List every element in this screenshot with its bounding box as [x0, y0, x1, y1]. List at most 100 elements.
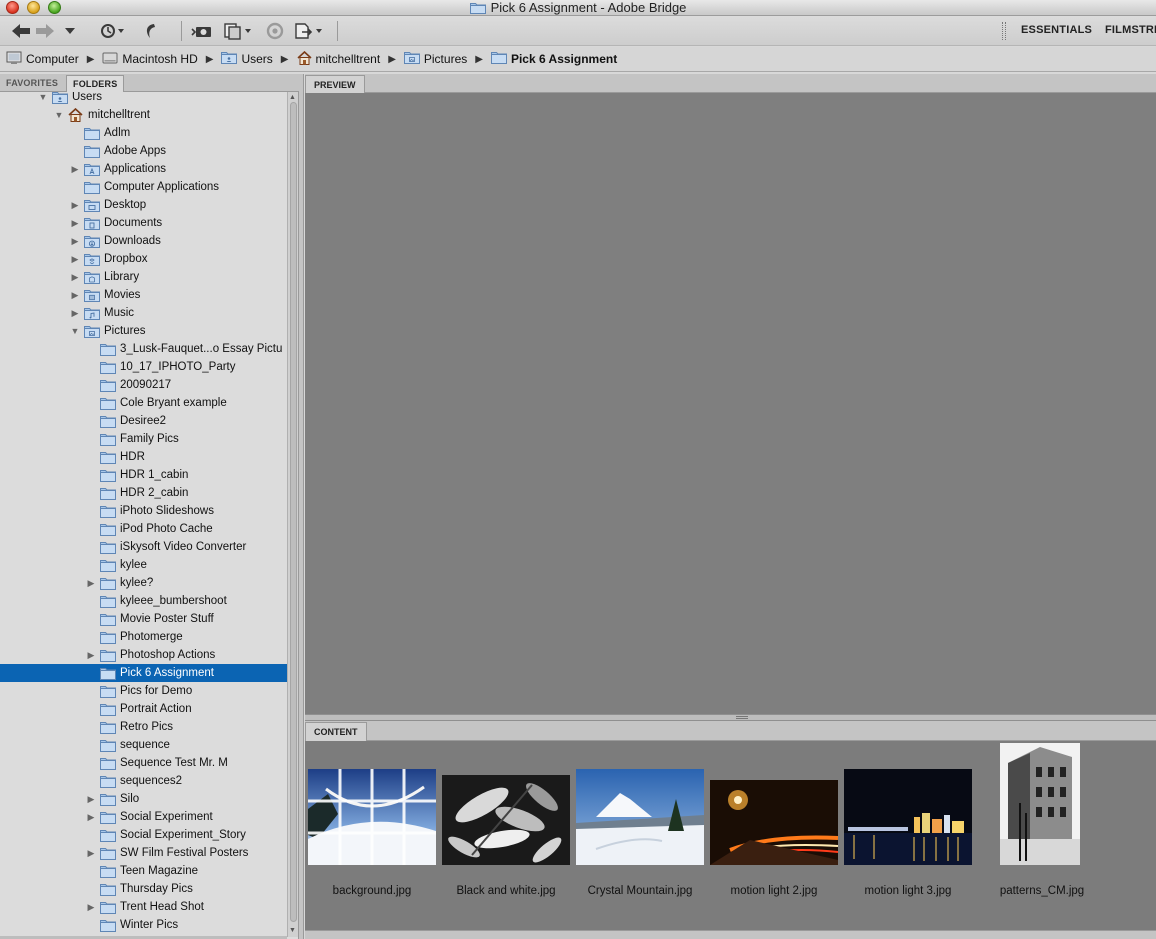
disclosure-closed-icon[interactable]: ▶	[70, 214, 80, 232]
tab-folders[interactable]: FOLDERS	[66, 75, 125, 92]
thumbnail-item[interactable]: motion light 2.jpg	[707, 741, 841, 930]
scroll-up-icon[interactable]: ▲	[289, 94, 296, 101]
tree-row[interactable]: sequence	[0, 736, 287, 754]
disclosure-closed-icon[interactable]: ▶	[86, 646, 96, 664]
tree-row[interactable]: ▶ Photoshop Actions	[0, 646, 287, 664]
tree-row[interactable]: Family Pics	[0, 430, 287, 448]
workspace-filmstrip[interactable]: FILMSTRI	[1105, 24, 1156, 36]
tree-row[interactable]: ▶ Movies	[0, 286, 287, 304]
preview-content-splitter[interactable]	[305, 714, 1156, 721]
disclosure-closed-icon[interactable]: ▶	[70, 286, 80, 304]
tree-row[interactable]: kyleee_bumbershoot	[0, 592, 287, 610]
workspace-essentials[interactable]: ESSENTIALS	[1021, 24, 1092, 36]
disclosure-closed-icon[interactable]: ▶	[70, 196, 80, 214]
scrollbar-thumb[interactable]	[290, 102, 297, 922]
disclosure-closed-icon[interactable]: ▶	[86, 574, 96, 592]
breadcrumb-chevron-icon[interactable]: ▶	[206, 54, 214, 65]
recent-items-button[interactable]	[96, 20, 128, 42]
tree-row[interactable]: ▶ Desktop	[0, 196, 287, 214]
tree-row[interactable]: Teen Magazine	[0, 862, 287, 880]
tree-row[interactable]: ▶ Downloads	[0, 232, 287, 250]
tree-row[interactable]: Photomerge	[0, 628, 287, 646]
thumbnail-item[interactable]: motion light 3.jpg	[841, 741, 975, 930]
disclosure-closed-icon[interactable]: ▶	[70, 250, 80, 268]
refine-button[interactable]	[222, 20, 256, 42]
get-photos-from-camera-button[interactable]	[190, 20, 214, 42]
breadcrumb-chevron-icon[interactable]: ▶	[475, 54, 483, 65]
tab-content[interactable]: CONTENT	[305, 722, 367, 741]
tree-row[interactable]: HDR 2_cabin	[0, 484, 287, 502]
tree-row[interactable]: 20090217	[0, 376, 287, 394]
thumbnail-image[interactable]	[710, 780, 838, 865]
breadcrumb-chevron-icon[interactable]: ▶	[281, 54, 289, 65]
disclosure-closed-icon[interactable]: ▶	[86, 808, 96, 826]
breadcrumb-chevron-icon[interactable]: ▶	[388, 54, 396, 65]
thumbnail-item[interactable]: patterns_CM.jpg	[975, 741, 1109, 930]
thumbnail-item[interactable]: background.jpg	[305, 741, 439, 930]
breadcrumb-item[interactable]: Computer	[6, 51, 79, 68]
scroll-down-icon[interactable]: ▼	[289, 927, 296, 934]
tree-row[interactable]: ▶ Documents	[0, 214, 287, 232]
tree-row[interactable]: ▶ Library	[0, 268, 287, 286]
panel-splitter[interactable]	[299, 74, 304, 939]
tree-row[interactable]: ▶ kylee?	[0, 574, 287, 592]
tree-row[interactable]: HDR	[0, 448, 287, 466]
tree-row[interactable]: ▼ Users	[0, 92, 287, 106]
thumbnail-image[interactable]	[308, 769, 436, 865]
disclosure-closed-icon[interactable]: ▶	[86, 844, 96, 862]
tree-row[interactable]: sequences2	[0, 772, 287, 790]
tree-row[interactable]: ▼ Pictures	[0, 322, 287, 340]
output-button[interactable]	[292, 20, 326, 42]
disclosure-closed-icon[interactable]: ▶	[70, 304, 80, 322]
tree-row[interactable]: ▶ Trent Head Shot	[0, 898, 287, 916]
breadcrumb-chevron-icon[interactable]: ▶	[87, 54, 95, 65]
tree-row[interactable]: Cole Bryant example	[0, 394, 287, 412]
return-to-photoshop-button[interactable]	[140, 20, 160, 42]
tree-row[interactable]: ▶ Silo	[0, 790, 287, 808]
disclosure-closed-icon[interactable]: ▶	[70, 160, 80, 178]
tree-row[interactable]: ▶ Dropbox	[0, 250, 287, 268]
tree-row-selected[interactable]: Pick 6 Assignment	[0, 664, 287, 682]
tree-row[interactable]: kylee	[0, 556, 287, 574]
breadcrumb-item[interactable]: Macintosh HD	[102, 51, 198, 67]
tree-row[interactable]: ▶ Applications	[0, 160, 287, 178]
disclosure-open-icon[interactable]: ▼	[54, 106, 64, 124]
tree-row[interactable]: Portrait Action	[0, 700, 287, 718]
tree-row[interactable]: 10_17_IPHOTO_Party	[0, 358, 287, 376]
thumbnail-image[interactable]	[442, 775, 570, 865]
splitter-grip-icon[interactable]	[736, 716, 748, 719]
tree-row[interactable]: Computer Applications	[0, 178, 287, 196]
tree-row[interactable]: iPod Photo Cache	[0, 520, 287, 538]
thumbnail-image[interactable]	[844, 769, 972, 865]
disclosure-closed-icon[interactable]: ▶	[70, 232, 80, 250]
history-dropdown-button[interactable]	[62, 20, 78, 42]
breadcrumb-item[interactable]: Pictures	[403, 51, 467, 67]
tree-row[interactable]: Adobe Apps	[0, 142, 287, 160]
tab-preview[interactable]: PREVIEW	[305, 75, 365, 93]
disclosure-closed-icon[interactable]: ▶	[86, 790, 96, 808]
workspace-grip-handle[interactable]	[1002, 22, 1006, 40]
disclosure-closed-icon[interactable]: ▶	[70, 268, 80, 286]
tree-row[interactable]: Pics for Demo	[0, 682, 287, 700]
thumbnail-item[interactable]: Crystal Mountain.jpg	[573, 741, 707, 930]
tree-row[interactable]: iSkysoft Video Converter	[0, 538, 287, 556]
tree-row[interactable]: Sequence Test Mr. M	[0, 754, 287, 772]
breadcrumb-item[interactable]: Users	[221, 51, 273, 67]
tree-row[interactable]: ▼ mitchelltrent	[0, 106, 287, 124]
thumbnail-item[interactable]: Black and white.jpg	[439, 741, 573, 930]
tree-row[interactable]: Adlm	[0, 124, 287, 142]
tree-row[interactable]: ▶ SW Film Festival Posters	[0, 844, 287, 862]
back-button[interactable]	[10, 20, 32, 42]
breadcrumb-item[interactable]: Pick 6 Assignment	[490, 51, 617, 67]
tree-row[interactable]: Desiree2	[0, 412, 287, 430]
disclosure-open-icon[interactable]: ▼	[70, 322, 80, 340]
thumbnail-image[interactable]	[1000, 743, 1080, 865]
folder-tree-scrollbar[interactable]: ▲ ▼	[287, 92, 298, 937]
tree-row[interactable]: ▶ Social Experiment	[0, 808, 287, 826]
tree-row[interactable]: HDR 1_cabin	[0, 466, 287, 484]
disclosure-open-icon[interactable]: ▼	[38, 92, 48, 106]
breadcrumb-item[interactable]: mitchelltrent	[296, 50, 380, 68]
tab-favorites[interactable]: FAVORITES	[0, 75, 64, 92]
tree-row[interactable]: Winter Pics	[0, 916, 287, 934]
forward-button[interactable]	[34, 20, 56, 42]
